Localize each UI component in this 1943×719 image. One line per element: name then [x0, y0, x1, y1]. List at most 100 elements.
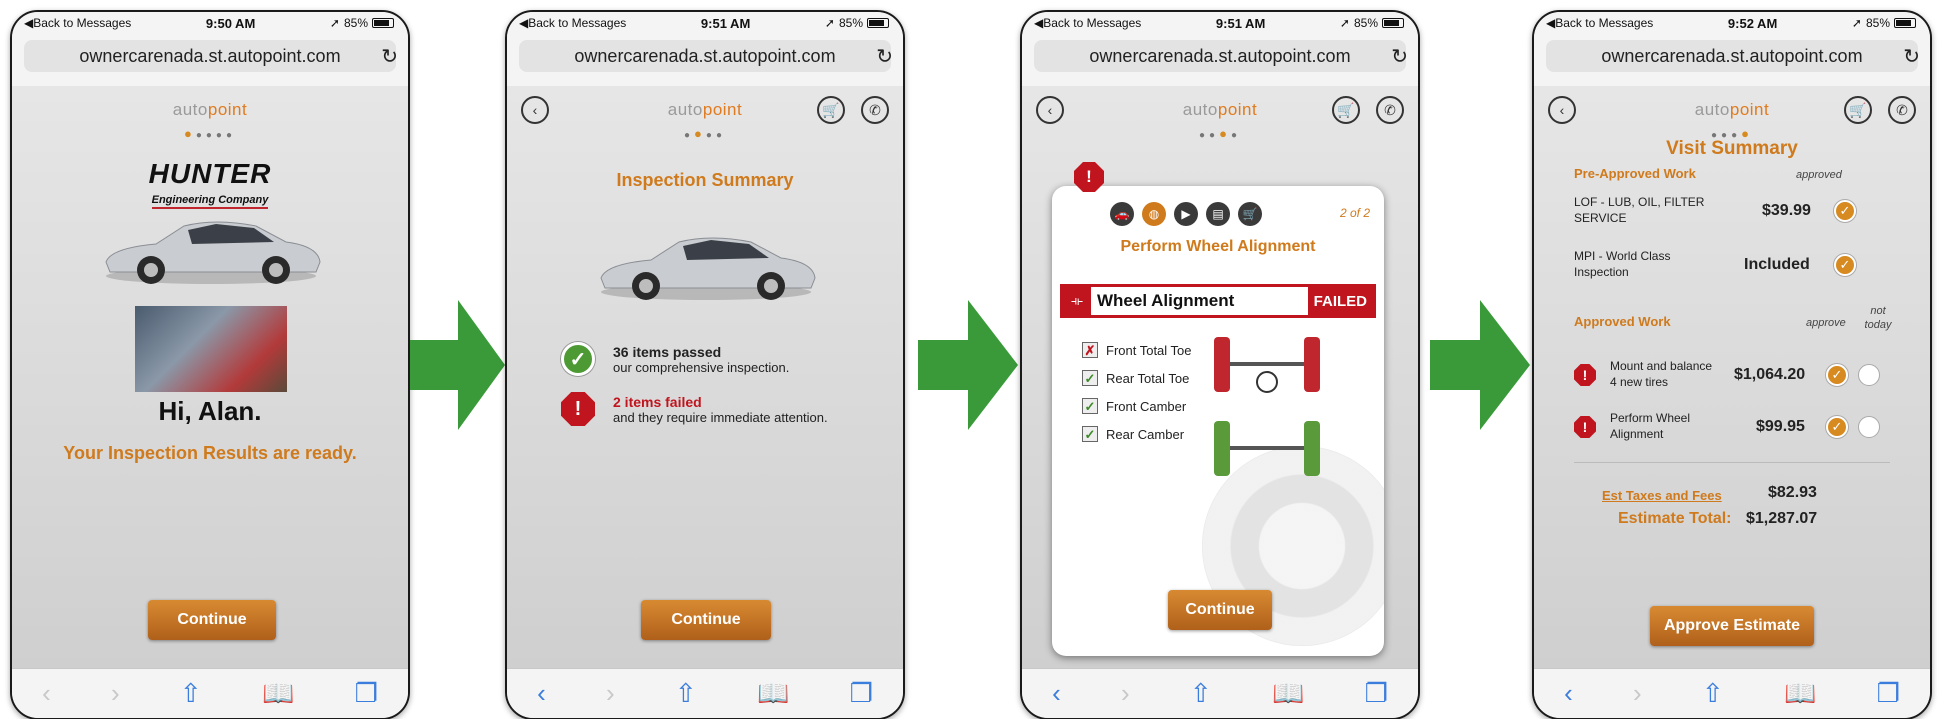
- flow-arrow-icon: [918, 300, 1018, 430]
- battery-indicator: ➚ 85%: [1340, 16, 1404, 30]
- bookmarks-icon[interactable]: 📖: [757, 678, 789, 709]
- battery-icon: [1382, 18, 1404, 28]
- reload-icon[interactable]: ↻: [1903, 44, 1920, 69]
- failed-badge: FAILED: [1307, 287, 1373, 315]
- share-icon[interactable]: ⇧: [1702, 678, 1724, 709]
- passed-check-icon: ✓: [561, 342, 595, 376]
- tabs-icon[interactable]: ❐: [850, 678, 873, 709]
- alignment-label: Perform Wheel Alignment: [1610, 411, 1691, 441]
- back-to-messages-link[interactable]: ◀Back to Messages: [24, 16, 131, 30]
- approve-column-label: approve: [1806, 317, 1846, 329]
- address-area: ownercarenada.st.autopoint.com ↻: [507, 34, 903, 86]
- cart-category-icon[interactable]: 🛒: [1238, 202, 1262, 226]
- phone-screen-wheel-alignment: ◀Back to Messages 9:51 AM ➚ 85% ownercare…: [1020, 10, 1420, 719]
- forward-arrow-icon[interactable]: ›: [1121, 678, 1130, 709]
- page-content: ‹ autopoint ●●●● 🛒 ✆ Inspection Summary …: [507, 86, 903, 668]
- rear-axle-diagram: [1214, 421, 1320, 476]
- battery-icon: [867, 18, 889, 28]
- cart-icon[interactable]: 🛒: [1844, 96, 1872, 124]
- flow-arrow-icon: [410, 300, 505, 430]
- est-taxes-link[interactable]: Est Taxes and Fees: [1602, 488, 1722, 503]
- page-content: ‹ autopoint ●●●● 🛒 ✆ ! 🚗 ◍ ▶ ▤ 🛒 2 of 2 …: [1022, 86, 1418, 668]
- approve-tires-checkbox[interactable]: ✓: [1826, 364, 1848, 386]
- hunter-logo: HUNTER Engineering Company: [12, 158, 408, 209]
- approve-estimate-button[interactable]: Approve Estimate: [1650, 606, 1814, 646]
- reload-icon[interactable]: ↻: [381, 44, 398, 69]
- share-icon[interactable]: ⇧: [1190, 678, 1212, 709]
- phone-icon[interactable]: ✆: [861, 96, 889, 124]
- not-today-alignment-radio[interactable]: [1858, 416, 1880, 438]
- continue-button[interactable]: Continue: [1168, 590, 1272, 630]
- page-title: Visit Summary: [1666, 138, 1798, 159]
- tabs-icon[interactable]: ❐: [1365, 678, 1388, 709]
- location-icon: ➚: [1851, 16, 1862, 30]
- approved-column-label: approved: [1796, 169, 1842, 181]
- browser-toolbar: ‹ › ⇧ 📖 ❐: [1534, 668, 1930, 718]
- back-to-messages-link[interactable]: ◀Back to Messages: [1546, 16, 1653, 30]
- battery-icon: [1894, 18, 1916, 28]
- not-today-column-label: not today: [1864, 305, 1892, 331]
- front-axle-diagram: [1214, 337, 1320, 393]
- status-time: 9:51 AM: [700, 15, 751, 31]
- back-to-messages-link[interactable]: ◀Back to Messages: [519, 16, 626, 30]
- pre-approved-heading: Pre-Approved Work: [1574, 166, 1696, 181]
- cart-icon[interactable]: 🛒: [817, 96, 845, 124]
- back-arrow-icon[interactable]: ‹: [1052, 678, 1061, 709]
- estimate-total-label: Estimate Total:: [1618, 510, 1732, 527]
- back-arrow-icon[interactable]: ‹: [537, 678, 546, 709]
- bookmarks-icon[interactable]: 📖: [1784, 678, 1816, 709]
- reload-icon[interactable]: ↻: [876, 44, 893, 69]
- cart-icon[interactable]: 🛒: [1332, 96, 1360, 124]
- flow-stage: ◀Back to Messages 9:50 AM ➚ 85% ownercare…: [0, 0, 1943, 719]
- video-category-icon[interactable]: ▶: [1174, 202, 1198, 226]
- back-arrow-icon[interactable]: ‹: [1564, 678, 1573, 709]
- tabs-icon[interactable]: ❐: [1877, 678, 1900, 709]
- check-item: ✗ Front Total Toe: [1082, 342, 1192, 358]
- lof-service-label: LOF - LUB, OIL, FILTER SERVICE: [1574, 195, 1705, 225]
- url-bar[interactable]: ownercarenada.st.autopoint.com: [1546, 40, 1918, 72]
- forward-arrow-icon[interactable]: ›: [1633, 678, 1642, 709]
- bookmarks-icon[interactable]: 📖: [262, 678, 294, 709]
- page-title: Inspection Summary: [616, 170, 794, 190]
- share-icon[interactable]: ⇧: [675, 678, 697, 709]
- continue-button[interactable]: Continue: [148, 600, 276, 640]
- alert-icon: !: [1074, 162, 1104, 192]
- approved-work-heading: Approved Work: [1574, 314, 1671, 329]
- item-pager: 2 of 2: [1339, 206, 1370, 220]
- url-bar[interactable]: ownercarenada.st.autopoint.com: [24, 40, 396, 72]
- status-time: 9:50 AM: [205, 15, 256, 31]
- report-category-icon[interactable]: ▤: [1206, 202, 1230, 226]
- tires-price: $1,064.20: [1734, 366, 1806, 383]
- forward-arrow-icon[interactable]: ›: [111, 678, 120, 709]
- bookmarks-icon[interactable]: 📖: [1272, 678, 1304, 709]
- continue-button[interactable]: Continue: [641, 600, 771, 640]
- approve-alignment-checkbox[interactable]: ✓: [1826, 416, 1848, 438]
- car-category-icon[interactable]: 🚗: [1110, 202, 1134, 226]
- battery-indicator: ➚ 85%: [825, 16, 889, 30]
- approved-check-icon: ✓: [1834, 200, 1856, 222]
- taxes-value: $82.93: [1768, 484, 1817, 501]
- estimate-total-value: $1,287.07: [1746, 510, 1818, 527]
- car-image: [600, 237, 816, 300]
- phone-icon[interactable]: ✆: [1888, 96, 1916, 124]
- reload-icon[interactable]: ↻: [1391, 44, 1408, 69]
- tire-category-icon[interactable]: ◍: [1142, 202, 1166, 226]
- url-bar[interactable]: ownercarenada.st.autopoint.com: [519, 40, 891, 72]
- url-bar[interactable]: ownercarenada.st.autopoint.com: [1034, 40, 1406, 72]
- location-icon: ➚: [329, 16, 340, 30]
- flow-arrow-icon: [1430, 300, 1530, 430]
- tabs-icon[interactable]: ❐: [355, 678, 378, 709]
- check-item: ✓ Rear Camber: [1082, 426, 1184, 442]
- forward-arrow-icon[interactable]: ›: [606, 678, 615, 709]
- page-content: ‹ autopoint ●●●● 🛒 ✆ Visit Summary Pre-A…: [1534, 86, 1930, 668]
- back-to-messages-link[interactable]: ◀Back to Messages: [1034, 16, 1141, 30]
- back-arrow-icon[interactable]: ‹: [42, 678, 51, 709]
- status-bar: ◀Back to Messages 9:51 AM ➚ 85%: [507, 12, 903, 34]
- item-title: Perform Wheel Alignment: [1120, 238, 1316, 255]
- phone-icon[interactable]: ✆: [1376, 96, 1404, 124]
- failed-checkbox-icon: ✗: [1082, 342, 1098, 358]
- mpi-price: Included: [1744, 256, 1810, 273]
- not-today-tires-radio[interactable]: [1858, 364, 1880, 386]
- share-icon[interactable]: ⇧: [180, 678, 202, 709]
- progress-dots: ●●●●: [684, 126, 726, 141]
